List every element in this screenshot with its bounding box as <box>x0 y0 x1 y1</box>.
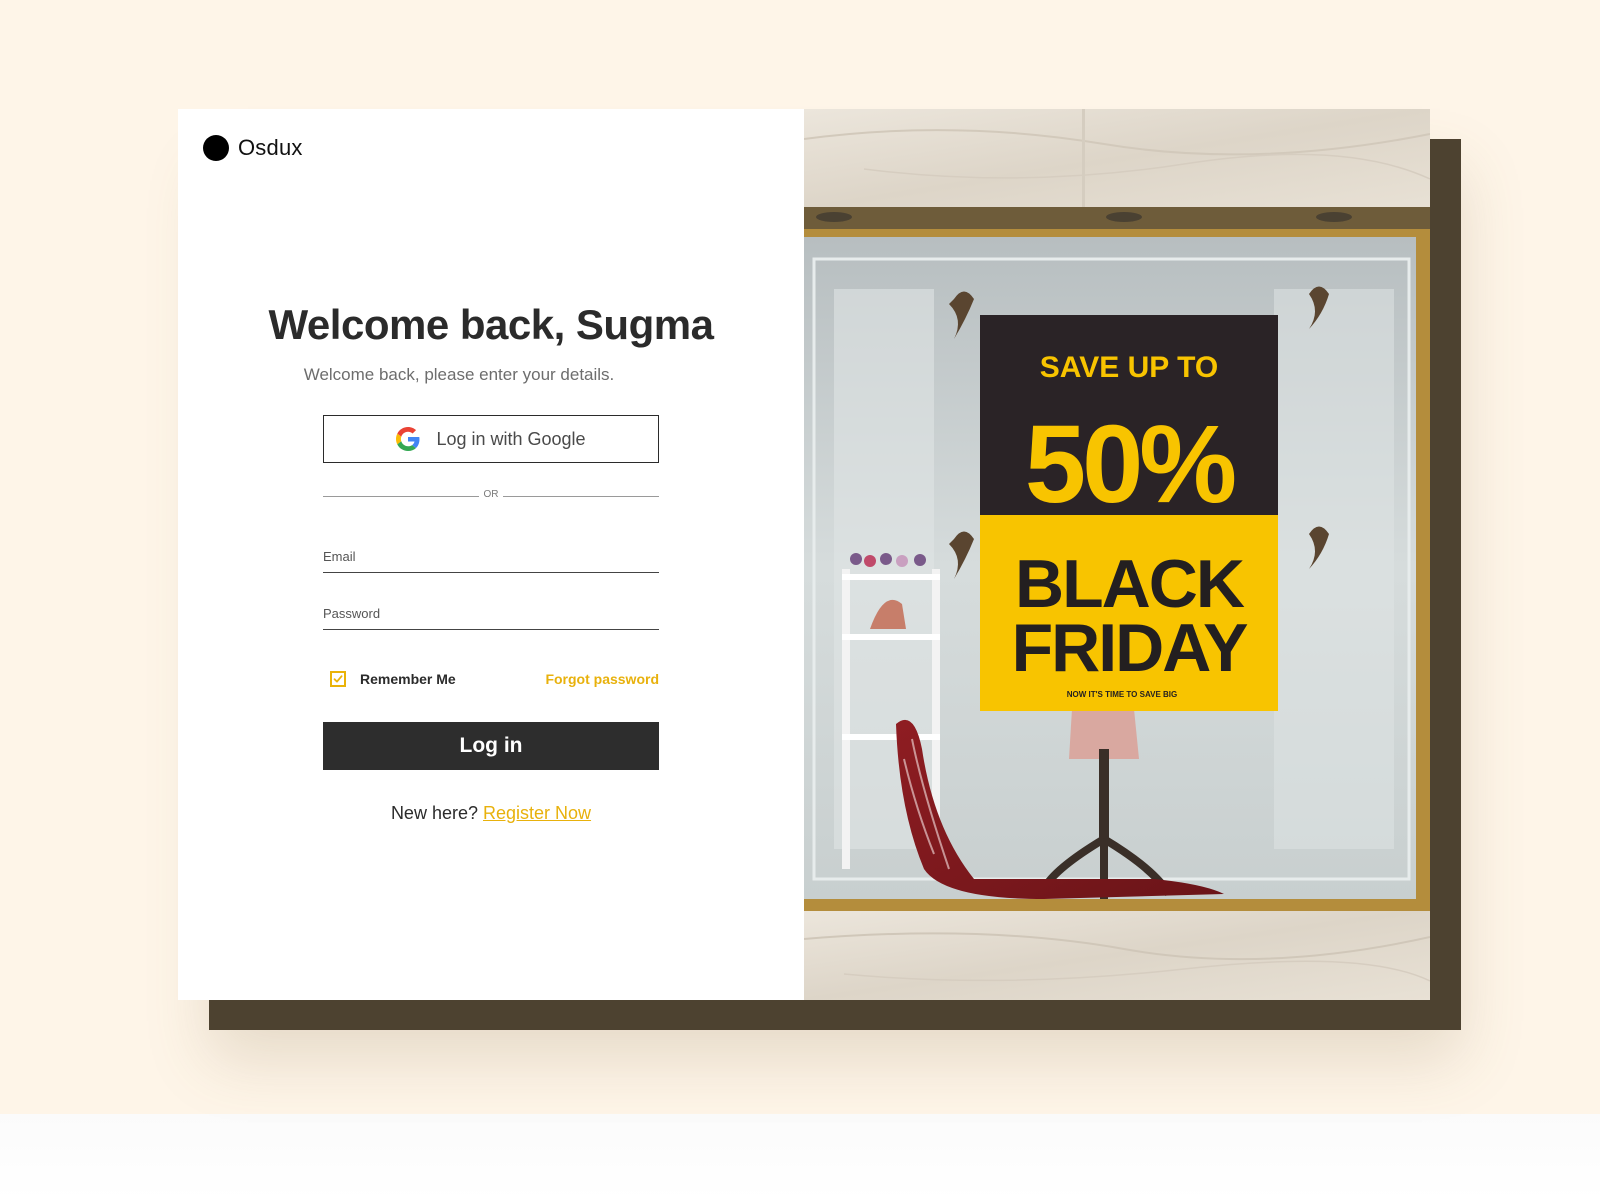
forgot-password-link[interactable]: Forgot password <box>541 671 659 687</box>
brand[interactable]: Osdux <box>203 133 303 163</box>
poster-line4: FRIDAY <box>1012 610 1249 686</box>
storefront-illustration: SAVE UP TO 50% BLACK FRIDAY NOW IT'S TIM… <box>804 109 1430 1000</box>
password-field-wrapper <box>323 600 659 630</box>
google-icon <box>396 427 420 451</box>
storefront-photo: SAVE UP TO 50% BLACK FRIDAY NOW IT'S TIM… <box>804 109 1430 1000</box>
register-link[interactable]: Register Now <box>483 803 591 823</box>
brand-logo-icon <box>203 135 229 161</box>
divider-text: OR <box>483 489 499 500</box>
google-login-button[interactable]: Log in with Google <box>323 415 659 463</box>
remember-me-label: Remember Me <box>360 671 456 687</box>
password-field[interactable] <box>323 600 659 626</box>
poster-line2: 50% <box>1025 403 1234 526</box>
brand-name: Osdux <box>238 135 303 160</box>
google-login-label: Log in with Google <box>436 428 586 449</box>
page-title: Welcome back, Sugma <box>268 301 714 348</box>
remember-me-checkbox[interactable] <box>330 671 346 687</box>
or-divider: OR <box>323 489 659 503</box>
remember-me-toggle[interactable]: Remember Me <box>330 669 456 689</box>
poster-line1: SAVE UP TO <box>1040 351 1218 384</box>
divider-line-right <box>503 496 659 497</box>
login-panel: Osdux Welcome back, Sugma Welcome back, … <box>178 109 804 1000</box>
register-prompt: New here? <box>390 803 478 823</box>
page-subtitle: Welcome back, please enter your details. <box>303 365 615 384</box>
email-field[interactable] <box>323 543 659 569</box>
login-card: Osdux Welcome back, Sugma Welcome back, … <box>178 109 1430 1000</box>
page-bottom-band <box>0 1114 1600 1200</box>
check-icon <box>333 675 343 683</box>
poster-tagline: NOW IT'S TIME TO SAVE BIG <box>1067 690 1178 699</box>
register-prompt-row: New here? Register Now <box>178 803 804 824</box>
login-button[interactable]: Log in <box>323 722 659 770</box>
email-field-wrapper <box>323 543 659 573</box>
